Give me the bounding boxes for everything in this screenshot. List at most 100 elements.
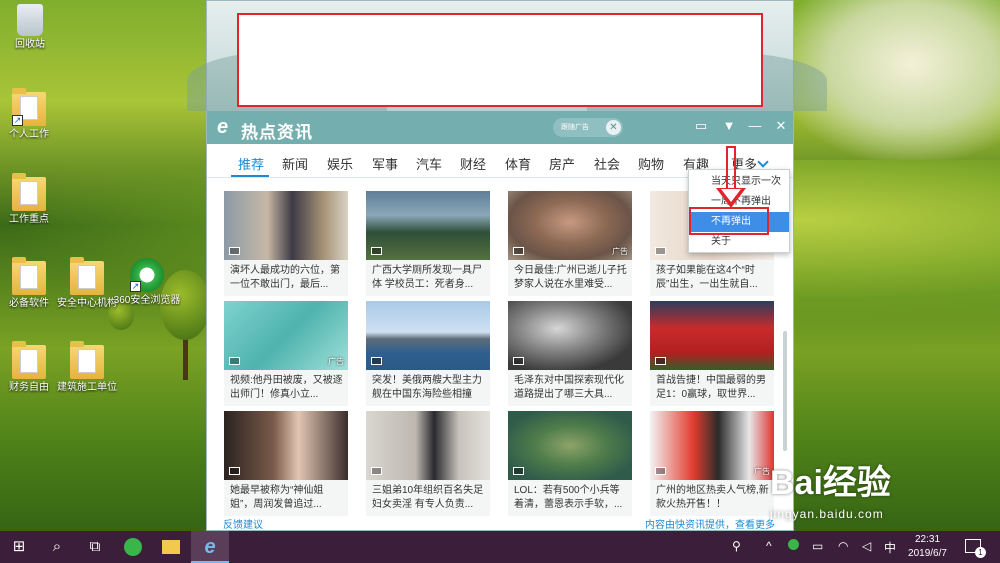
view-more-link[interactable]: 内容由快资讯提供，查看更多 — [645, 516, 775, 531]
news-card[interactable]: 广告 广州的地区热卖人气榜,新款火热开售！！ — [650, 411, 774, 516]
annotation-highlight-box — [689, 207, 769, 235]
news-card[interactable]: 广告 今日最佳:广州已逝儿子托梦家人说在水里难受... — [508, 191, 632, 296]
tab-recommend[interactable]: 推荐 — [238, 154, 264, 173]
desktop-icon-construction-unit[interactable]: 建筑施工单位 — [52, 341, 122, 394]
close-icon[interactable]: ✕ — [771, 116, 791, 136]
folder-icon — [70, 341, 104, 379]
360-tray-icon[interactable] — [788, 539, 799, 553]
news-thumbnail: 广告 — [508, 191, 632, 260]
news-thumbnail — [366, 191, 490, 260]
tab-military[interactable]: 军事 — [372, 154, 398, 173]
search-icon[interactable]: ⌕ — [38, 531, 76, 563]
desktop-icon-label: 360安全浏览器 — [113, 295, 181, 306]
news-thumbnail: 广告 — [650, 411, 774, 480]
news-card[interactable]: 广西大学厕所发现一具尸体 学校员工：死者身... — [366, 191, 490, 296]
tab-society[interactable]: 社会 — [594, 154, 620, 173]
news-card[interactable]: 她最早被称为“神仙姐姐”，周润发曾追过... — [224, 411, 348, 516]
desktop-icon-work-focus[interactable]: 工作重点 — [0, 173, 64, 226]
active-tab-indicator — [231, 175, 269, 177]
image-icon — [229, 357, 240, 365]
menu-item-about[interactable]: 关于 — [689, 232, 789, 252]
news-caption: 首战告捷！中国最弱的男足1：0赢球，取世界... — [656, 375, 766, 400]
clock-time: 22:31 — [914, 534, 941, 545]
360-browser-icon: ↗ — [130, 258, 164, 292]
notification-icon[interactable]: 1 — [965, 539, 986, 558]
ad-tag-label: 跟随广告 — [561, 124, 589, 131]
monitor-icon[interactable]: ▭ — [691, 116, 711, 136]
feedback-link[interactable]: 反馈建议 — [223, 516, 263, 531]
news-caption: 她最早被称为“神仙姐姐”，周润发曾追过... — [230, 485, 324, 510]
popup-titlebar[interactable]: e 热点资讯 跟随广告 ✕ ▭ ▼ — ✕ — [207, 111, 793, 144]
desktop-icon-label: 工作重点 — [9, 214, 49, 225]
desktop-icon-personal-work[interactable]: ↗ 个人工作 — [0, 88, 64, 141]
folder-icon — [12, 341, 46, 379]
chevron-down-icon — [757, 156, 769, 168]
news-card[interactable]: 三姐弟10年组织百名失足妇女卖淫 有专人负责... — [366, 411, 490, 516]
news-thumbnail — [508, 301, 632, 370]
news-card[interactable]: 演坏人最成功的六位，第一位不敢出门，最后... — [224, 191, 348, 296]
ie-logo-icon: e — [217, 116, 229, 138]
360-browser-taskbar-icon[interactable] — [114, 531, 152, 563]
news-card[interactable]: LOL：若有500个小兵等着清，蕾恩表示手软，... — [508, 411, 632, 516]
clock[interactable]: 22:31 2019/6/7 — [900, 533, 955, 561]
news-card[interactable]: 首战告捷！中国最弱的男足1：0赢球，取世界... — [650, 301, 774, 406]
news-caption: 广西大学厕所发现一具尸体 学校员工：死者身... — [372, 265, 482, 290]
hot-news-popup: e 热点资讯 跟随广告 ✕ ▭ ▼ — ✕ 推荐 新闻 娱乐 军事 汽车 财经 … — [187, 0, 827, 531]
tab-auto[interactable]: 汽车 — [416, 154, 442, 173]
tab-shopping[interactable]: 购物 — [638, 154, 664, 173]
news-thumbnail — [224, 191, 348, 260]
people-icon[interactable]: ⚲ — [732, 539, 741, 553]
ad-banner-highlight[interactable] — [237, 13, 763, 107]
annotation-arrow — [726, 146, 736, 192]
baidu-jingyan-watermark: Bai经验 jingyan.baidu.com — [770, 455, 1000, 535]
tab-realestate[interactable]: 房产 — [549, 154, 575, 173]
image-icon — [513, 247, 524, 255]
volume-icon[interactable]: ◁ — [862, 539, 871, 553]
wifi-icon[interactable]: ◠ — [838, 539, 848, 553]
notification-count: 1 — [975, 547, 986, 558]
ad-tag[interactable]: 跟随广告 ✕ — [553, 118, 623, 137]
minimize-icon[interactable]: — — [745, 116, 765, 136]
ad-banner-area — [187, 1, 827, 111]
desktop-icon-360-browser[interactable]: ↗ 360安全浏览器 — [112, 258, 182, 307]
image-icon — [655, 357, 666, 365]
task-view-icon[interactable]: ⧉ — [76, 531, 114, 563]
scrollbar[interactable] — [783, 331, 787, 451]
news-caption: 孩子如果能在这4个“时辰”出生，一出生就自... — [656, 265, 758, 290]
tab-finance[interactable]: 财经 — [460, 154, 486, 173]
news-card[interactable]: 突发！美俄两艘大型主力舰在中国东海险些相撞 — [366, 301, 490, 406]
image-icon — [229, 467, 240, 475]
windows-start-icon[interactable]: ⊞ — [0, 531, 38, 563]
tab-entertainment[interactable]: 娱乐 — [327, 154, 353, 173]
news-caption: 三姐弟10年组织百名失足妇女卖淫 有专人负责... — [372, 485, 484, 510]
ie-browser-icon[interactable]: e — [191, 531, 229, 563]
tab-news[interactable]: 新闻 — [282, 154, 308, 173]
ime-indicator[interactable]: 中 — [884, 539, 896, 556]
desktop-icon-recycle-bin[interactable]: 回收站 — [0, 4, 65, 51]
news-caption: 演坏人最成功的六位，第一位不敢出门，最后... — [230, 265, 340, 290]
image-icon — [371, 357, 382, 365]
close-icon[interactable]: ✕ — [606, 120, 621, 135]
ad-label: 广告 — [754, 467, 770, 476]
folder-icon — [12, 173, 46, 211]
folder-icon: ↗ — [12, 88, 46, 126]
desktop-icon-label: 个人工作 — [9, 129, 49, 140]
news-card[interactable]: 广告 视频:他丹田被废，又被逐出师门！修真小立... — [224, 301, 348, 406]
tab-sports[interactable]: 体育 — [505, 154, 531, 173]
news-caption: 毛泽东对中国探索现代化道路提出了哪三大具... — [514, 375, 624, 400]
chevron-up-icon[interactable]: ^ — [766, 539, 772, 553]
image-icon — [513, 467, 524, 475]
image-icon — [655, 247, 666, 255]
news-card[interactable]: 毛泽东对中国探索现代化道路提出了哪三大具... — [508, 301, 632, 406]
file-explorer-icon[interactable] — [152, 531, 190, 563]
news-thumbnail: 广告 — [224, 301, 348, 370]
image-icon — [513, 357, 524, 365]
news-caption: 突发！美俄两艘大型主力舰在中国东海险些相撞 — [372, 375, 482, 400]
news-thumbnail — [366, 301, 490, 370]
image-icon — [655, 467, 666, 475]
chevron-down-icon[interactable]: ▼ — [719, 116, 739, 136]
watermark-url: jingyan.baidu.com — [770, 507, 884, 521]
taskbar: ⊞ ⌕ ⧉ e ⚲ ^ ▭ ◠ ◁ 中 22:31 2019/6/7 1 — [0, 531, 1000, 563]
watermark-logo: Bai经验 — [770, 464, 891, 502]
battery-icon[interactable]: ▭ — [812, 539, 823, 553]
